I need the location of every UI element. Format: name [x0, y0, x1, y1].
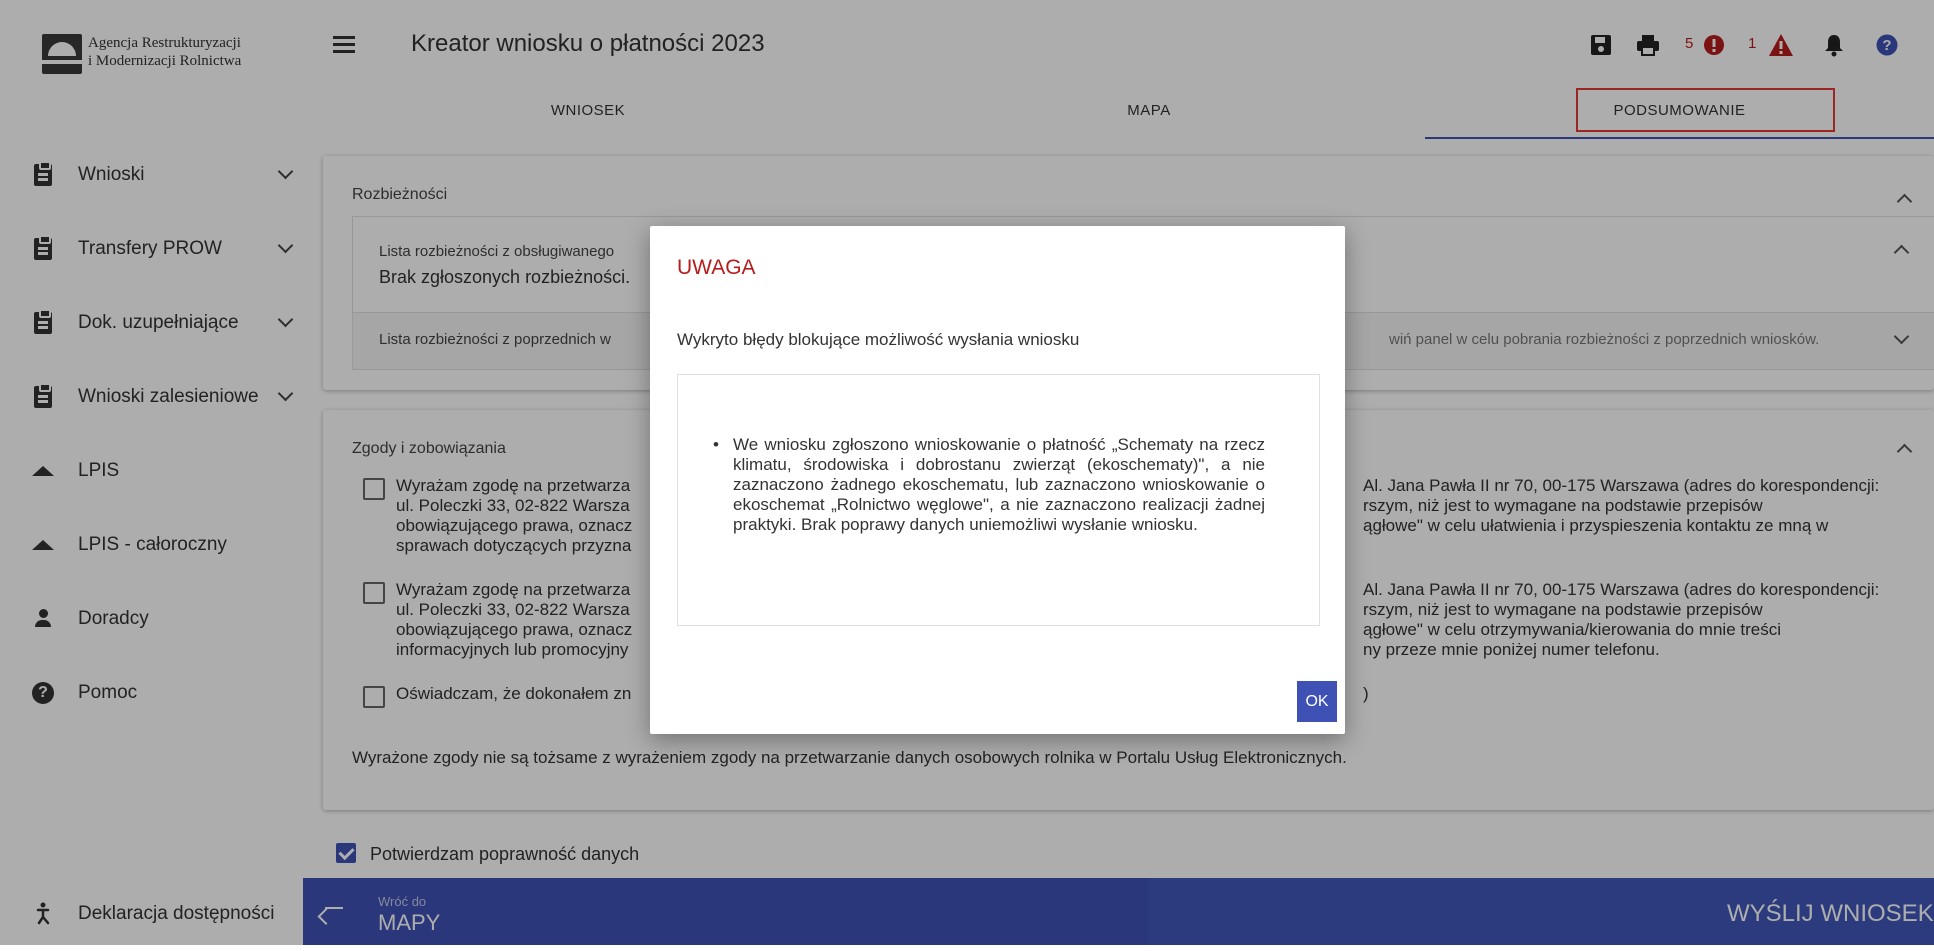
dialog-title: UWAGA	[677, 256, 756, 279]
dialog-error-list: We wniosku zgłoszono wnioskowanie o płat…	[677, 374, 1320, 626]
ok-button[interactable]: OK	[1297, 681, 1337, 722]
warning-dialog: UWAGA Wykryto błędy blokujące możliwość …	[650, 226, 1345, 734]
dialog-error-item: We wniosku zgłoszono wnioskowanie o płat…	[713, 435, 1265, 535]
dialog-message: Wykryto błędy blokujące możliwość wysłan…	[677, 330, 1080, 349]
